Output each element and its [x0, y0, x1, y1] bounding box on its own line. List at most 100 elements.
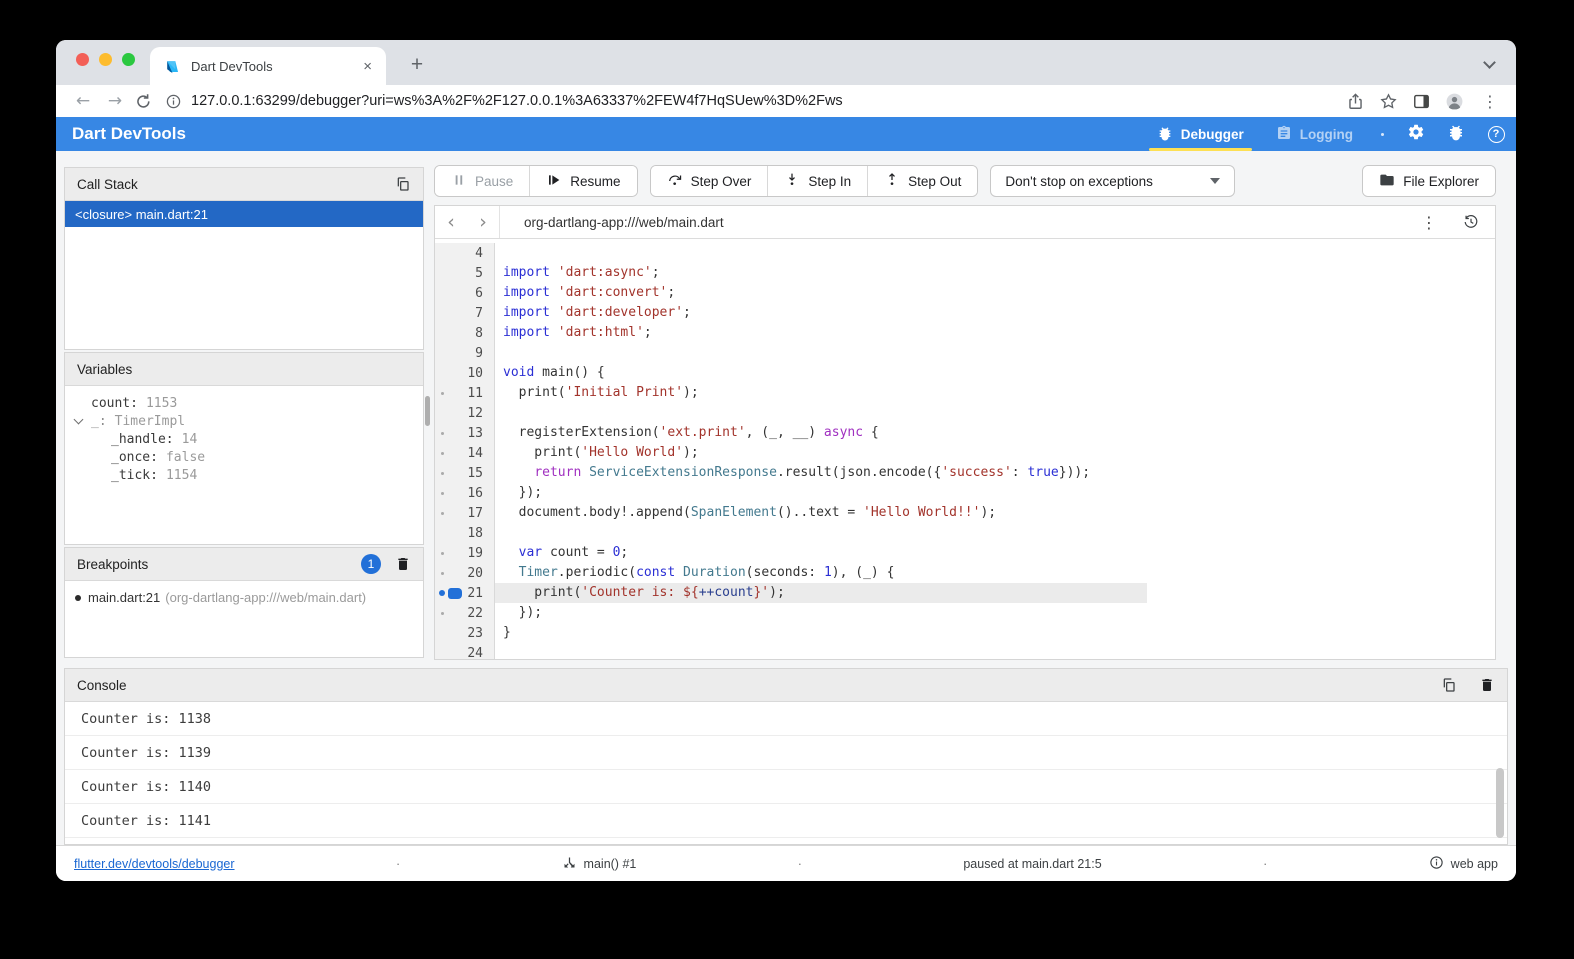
sidebar-toggle-button[interactable] [1412, 92, 1431, 111]
code-line[interactable]: 4 [435, 243, 1495, 263]
gutter-cell[interactable]: 7 [435, 303, 495, 323]
breakpoint-dot-icon[interactable] [439, 590, 445, 596]
variable-row[interactable]: _: TimerImpl [65, 412, 423, 430]
gutter-cell[interactable]: 8 [435, 323, 495, 343]
variable-row[interactable]: _tick: 1154 [65, 466, 423, 484]
gutter-cell[interactable]: 15 [435, 463, 495, 483]
tab-close-button[interactable]: × [359, 58, 376, 75]
history-forward-button[interactable]: › [467, 211, 499, 233]
gutter-cell[interactable]: 10 [435, 363, 495, 383]
console-panel: Console Counter is: 1138 Counter is: 1139… [64, 668, 1508, 845]
bookmark-star-button[interactable] [1379, 92, 1398, 111]
gutter-cell[interactable]: 14 [435, 443, 495, 463]
code-line[interactable]: 20 Timer.periodic(const Duration(seconds… [435, 563, 1495, 583]
code-line[interactable]: 17 document.body!.append(SpanElement()..… [435, 503, 1495, 523]
tab-debugger[interactable]: Debugger [1141, 117, 1260, 151]
new-tab-button[interactable]: + [402, 50, 432, 80]
forward-button[interactable]: → [102, 91, 128, 111]
reload-button[interactable] [134, 92, 153, 111]
console-copy-button[interactable] [1441, 677, 1457, 693]
chevron-down-icon[interactable] [73, 414, 84, 425]
code-line[interactable]: 5 import 'dart:async'; [435, 263, 1495, 283]
step-in-button[interactable]: Step In [767, 166, 868, 196]
code-line[interactable]: 23} [435, 623, 1495, 643]
tab-logging[interactable]: Logging [1260, 117, 1369, 151]
code-line[interactable]: 10 void main() { [435, 363, 1495, 383]
exceptions-dropdown[interactable]: Don't stop on exceptions [990, 165, 1236, 197]
gutter-cell[interactable]: 4 [435, 243, 495, 263]
gutter-cell[interactable]: 19 [435, 543, 495, 563]
gutter-cell[interactable]: 16 [435, 483, 495, 503]
code-editor[interactable]: 4 5 import 'dart:async'; 6 import 'dart:conv… [435, 239, 1495, 659]
profile-avatar[interactable] [1445, 92, 1464, 111]
browser-actions: ⋮ [1338, 92, 1502, 111]
share-button[interactable] [1346, 92, 1365, 111]
code-line[interactable]: 9 [435, 343, 1495, 363]
gutter-cell[interactable]: 18 [435, 523, 495, 543]
code-line[interactable]: 13 registerExtension('ext.print', (_, __… [435, 423, 1495, 443]
file-explorer-button[interactable]: File Explorer [1363, 166, 1495, 196]
tab-search-chevron-down-icon[interactable] [1483, 56, 1496, 69]
console-clear-button[interactable] [1479, 677, 1495, 693]
gutter-cell[interactable]: 22 [435, 603, 495, 623]
console-scrollbar[interactable] [1496, 768, 1504, 838]
copy-button[interactable] [395, 176, 411, 192]
delete-all-breakpoints-button[interactable] [395, 556, 411, 572]
code-line[interactable]: 6 import 'dart:convert'; [435, 283, 1495, 303]
window-zoom-button[interactable] [122, 53, 135, 66]
history-icon[interactable] [1463, 214, 1479, 230]
console-output[interactable]: Counter is: 1138 Counter is: 1139 Counter … [65, 702, 1507, 844]
call-stack-panel: Call Stack <closure> main.dart:21 [64, 167, 424, 350]
executable-line-dot [441, 452, 444, 455]
variable-row[interactable]: _handle: 14 [65, 430, 423, 448]
code-line[interactable]: 24 [435, 643, 1495, 659]
isolate-selector[interactable]: main() #1 [562, 855, 636, 873]
gutter-cell[interactable]: 17 [435, 503, 495, 523]
step-over-button[interactable]: Step Over [650, 166, 768, 196]
pause-button[interactable]: Pause [435, 166, 530, 196]
code-line[interactable]: 11 print('Initial Print'); [435, 383, 1495, 403]
code-menu-button[interactable]: ⋮ [1417, 213, 1441, 232]
back-button[interactable]: ← [70, 91, 96, 111]
devtools-docs-link[interactable]: flutter.dev/devtools/debugger [74, 857, 235, 871]
address-box[interactable]: 127.0.0.1:63299/debugger?uri=ws%3A%2F%2F… [159, 93, 1332, 110]
code-line[interactable]: 14 print('Hello World'); [435, 443, 1495, 463]
gutter-cell[interactable]: 5 [435, 263, 495, 283]
report-bug-button[interactable] [1436, 117, 1476, 151]
code-line[interactable]: 21 print('Counter is: ${++count}'); [435, 583, 1495, 603]
code-line[interactable]: 7 import 'dart:developer'; [435, 303, 1495, 323]
gutter-cell[interactable]: 9 [435, 343, 495, 363]
variable-row[interactable]: count: 1153 [65, 394, 423, 412]
code-line[interactable]: 22 }); [435, 603, 1495, 623]
window-close-button[interactable] [76, 53, 89, 66]
gutter-cell[interactable]: 20 [435, 563, 495, 583]
site-info-icon[interactable] [165, 93, 182, 110]
help-button[interactable]: ? [1476, 117, 1516, 151]
resume-button[interactable]: Resume [529, 166, 637, 196]
gutter-cell[interactable]: 12 [435, 403, 495, 423]
gutter-cell[interactable]: 24 [435, 643, 495, 659]
panel-splitter-handle[interactable] [425, 396, 430, 426]
gutter-cell[interactable]: 6 [435, 283, 495, 303]
gutter-cell[interactable]: 11 [435, 383, 495, 403]
step-out-button[interactable]: Step Out [867, 166, 978, 196]
gutter-cell[interactable]: 23 [435, 623, 495, 643]
history-back-button[interactable]: ‹ [435, 211, 467, 233]
gutter-cell[interactable]: 21 [435, 583, 495, 603]
call-stack-frame[interactable]: <closure> main.dart:21 [65, 201, 423, 227]
code-line[interactable]: 16 }); [435, 483, 1495, 503]
code-line[interactable]: 12 [435, 403, 1495, 423]
browser-tab[interactable]: Dart DevTools × [150, 47, 386, 85]
breakpoint-item[interactable]: main.dart:21 (org-dartlang-app:///web/mai… [75, 590, 413, 605]
window-minimize-button[interactable] [99, 53, 112, 66]
url-text[interactable]: 127.0.0.1:63299/debugger?uri=ws%3A%2F%2F… [191, 93, 843, 109]
variable-row[interactable]: _once: false [65, 448, 423, 466]
code-line[interactable]: 19 var count = 0; [435, 543, 1495, 563]
settings-button[interactable] [1396, 117, 1436, 151]
browser-menu-button[interactable]: ⋮ [1478, 92, 1502, 111]
code-line[interactable]: 15 return ServiceExtensionResponse.resul… [435, 463, 1495, 483]
code-line[interactable]: 8 import 'dart:html'; [435, 323, 1495, 343]
gutter-cell[interactable]: 13 [435, 423, 495, 443]
code-line[interactable]: 18 [435, 523, 1495, 543]
